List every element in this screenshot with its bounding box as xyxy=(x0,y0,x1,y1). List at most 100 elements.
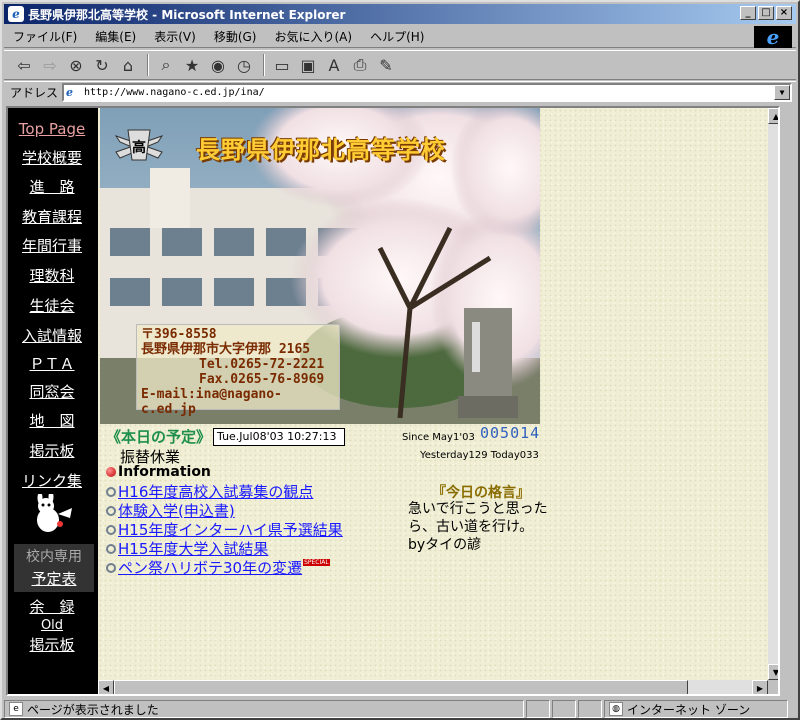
favorites-icon[interactable]: ★ xyxy=(180,53,204,77)
nav-admissions[interactable]: 入試情報 xyxy=(8,325,96,346)
list-item: H15年度大学入試結果 xyxy=(106,539,343,558)
nav-pta[interactable]: ＰＴＡ xyxy=(8,353,96,374)
ie-app-icon: e xyxy=(8,6,24,22)
magnifier-icon xyxy=(106,505,116,516)
left-navigation: Top Page 学校概要 進 路 教育課程 年間行事 理数科 生徒会 入試情報… xyxy=(8,108,98,694)
edit-icon[interactable]: ✎ xyxy=(374,53,398,77)
scroll-corner xyxy=(768,680,778,694)
school-emblem-icon: 高 xyxy=(114,129,164,161)
menu-view[interactable]: 表示(V) xyxy=(145,28,205,45)
minimize-button[interactable]: _ xyxy=(740,6,756,20)
toolbar-separator xyxy=(147,54,149,76)
nav-school-overview[interactable]: 学校概要 xyxy=(8,147,96,168)
page-done-icon: e xyxy=(9,702,23,716)
contact-zip: 〒396-8558 xyxy=(141,327,217,342)
nav-alumni[interactable]: 同窓会 xyxy=(8,381,96,402)
stop-icon[interactable]: ⊗ xyxy=(64,53,88,77)
status-pane-empty xyxy=(552,700,576,718)
info-link-trial-admission[interactable]: 体験入学(申込書) xyxy=(118,500,235,521)
info-link-admission-criteria[interactable]: H16年度高校入試募集の観点 xyxy=(118,481,313,502)
contact-fax: Fax.0265-76-8969 xyxy=(199,372,325,387)
nav-science-dept[interactable]: 理数科 xyxy=(8,265,96,286)
motto-text: 急いで行こうと思ったら、古い道を行け。byタイの諺 xyxy=(408,501,548,553)
magnifier-icon xyxy=(106,486,116,497)
status-message: ページが表示されました xyxy=(27,702,159,717)
page-viewport: Top Page 学校概要 進 路 教育課程 年間行事 理数科 生徒会 入試情報… xyxy=(6,106,780,696)
internet-zone-icon: ◍ xyxy=(609,702,623,716)
menu-bar: ファイル(F) 編集(E) 表示(V) 移動(G) お気に入り(A) ヘルプ(H… xyxy=(4,25,796,49)
school-photo: 高 長野県伊那北高等学校 〒396-8558 長野県伊那市大字伊那 2165 T… xyxy=(100,108,540,424)
nav-career[interactable]: 進 路 xyxy=(8,176,96,197)
toolbar-separator xyxy=(263,54,265,76)
information-title: Information xyxy=(118,464,211,480)
refresh-icon[interactable]: ↻ xyxy=(90,53,114,77)
status-message-pane: e ページが表示されました xyxy=(4,700,524,718)
school-name-heading: 長野県伊那北高等学校 xyxy=(196,135,446,164)
counter-daily: Yesterday129 Today033 xyxy=(420,450,539,461)
horizontal-scrollbar[interactable]: ◀ ▶ xyxy=(98,680,768,694)
scroll-right-icon[interactable]: ▶ xyxy=(752,680,768,694)
menu-edit[interactable]: 編集(E) xyxy=(86,28,145,45)
info-link-pen-festival[interactable]: ペン祭ハリボテ30年の変遷 xyxy=(118,557,302,578)
contact-tel: Tel.0265-72-2221 xyxy=(199,357,325,372)
nav-top-page[interactable]: Top Page xyxy=(8,120,96,138)
maximize-button[interactable]: □ xyxy=(758,6,774,20)
menu-help[interactable]: ヘルプ(H) xyxy=(361,28,433,45)
nav-annual-events[interactable]: 年間行事 xyxy=(8,235,96,256)
address-input[interactable]: e http://www.nagano-c.ed.jp/ina/ ▼ xyxy=(62,83,792,102)
font-icon[interactable]: A xyxy=(322,53,346,77)
schedule-title: 《本日の予定》 xyxy=(106,428,212,446)
fullscreen-icon[interactable]: ▣ xyxy=(296,53,320,77)
magnifier-icon xyxy=(106,562,116,573)
nav-map[interactable]: 地 図 xyxy=(8,410,96,431)
nav-bulletin-board[interactable]: 掲示板 xyxy=(8,440,96,461)
vertical-scrollbar[interactable]: ▲ ▼ xyxy=(768,108,778,680)
home-icon[interactable]: ⌂ xyxy=(116,53,140,77)
channels-icon[interactable]: ▭ xyxy=(270,53,294,77)
information-heading: Information xyxy=(106,464,211,480)
browser-window: e 長野県伊那北高等学校 - Microsoft Internet Explor… xyxy=(0,0,800,720)
history-icon[interactable]: ◷ xyxy=(232,53,256,77)
title-bar: e 長野県伊那北高等学校 - Microsoft Internet Explor… xyxy=(4,4,796,24)
forward-icon[interactable]: ⇨ xyxy=(38,53,62,77)
status-pane-empty xyxy=(526,700,550,718)
address-dropdown-icon[interactable]: ▼ xyxy=(774,85,790,100)
nav-curriculum[interactable]: 教育課程 xyxy=(8,206,96,227)
nav-extras[interactable]: 余 録 xyxy=(8,596,96,617)
print-icon[interactable]: ⎙ xyxy=(348,53,372,77)
contact-email: E-mail:ina@nagano-c.ed.jp xyxy=(141,387,282,417)
horizontal-scroll-thumb[interactable] xyxy=(114,680,688,694)
menu-go[interactable]: 移動(G) xyxy=(205,28,266,45)
menu-favorites[interactable]: お気に入り(A) xyxy=(265,28,361,45)
info-link-interhigh-results[interactable]: H15年度インターハイ県予選結果 xyxy=(118,519,343,540)
contact-box: 〒396-8558 長野県伊那市大字伊那 2165 Tel.0265-72-22… xyxy=(136,324,340,417)
main-content: 高 長野県伊那北高等学校 〒396-8558 長野県伊那市大字伊那 2165 T… xyxy=(98,108,770,694)
status-zone-pane: ◍ インターネット ゾーン xyxy=(604,700,788,718)
nav-student-council[interactable]: 生徒会 xyxy=(8,295,96,316)
address-bar: アドレス e http://www.nagano-c.ed.jp/ina/ ▼ xyxy=(4,81,796,103)
menu-file[interactable]: ファイル(F) xyxy=(4,28,86,45)
list-item: 体験入学(申込書) xyxy=(106,501,343,520)
media-icon[interactable]: ◉ xyxy=(206,53,230,77)
window-title: 長野県伊那北高等学校 - Microsoft Internet Explorer xyxy=(28,7,346,22)
scroll-up-icon[interactable]: ▲ xyxy=(768,108,778,124)
nav-links[interactable]: リンク集 xyxy=(8,470,96,491)
toolbar: ⇦ ⇨ ⊗ ↻ ⌂ ⌕ ★ ◉ ◷ ▭ ▣ A ⎙ ✎ xyxy=(4,50,796,80)
special-badge: SPECIAL xyxy=(303,559,330,566)
nav-schedule[interactable]: 予定表 xyxy=(14,568,94,589)
visitor-counter: 005014 xyxy=(480,424,541,442)
search-icon[interactable]: ⌕ xyxy=(154,53,178,77)
nav-old-label[interactable]: Old xyxy=(8,618,96,633)
counter-since: Since May1'03 xyxy=(402,432,475,443)
close-button[interactable]: × xyxy=(776,6,792,20)
status-bar: e ページが表示されました ◍ インターネット ゾーン xyxy=(4,699,796,719)
nav-old-bulletin-board[interactable]: 掲示板 xyxy=(8,634,96,655)
info-link-university-results[interactable]: H15年度大学入試結果 xyxy=(118,538,268,559)
mascot-icon xyxy=(37,494,72,532)
scroll-left-icon[interactable]: ◀ xyxy=(98,680,114,694)
motto-title: 『今日の格言』 xyxy=(432,485,530,501)
scroll-down-icon[interactable]: ▼ xyxy=(768,664,778,680)
back-icon[interactable]: ⇦ xyxy=(12,53,36,77)
status-pane-empty xyxy=(578,700,602,718)
schedule-row: 《本日の予定》 Tue.Jul08'03 10:27:13 xyxy=(106,426,346,447)
